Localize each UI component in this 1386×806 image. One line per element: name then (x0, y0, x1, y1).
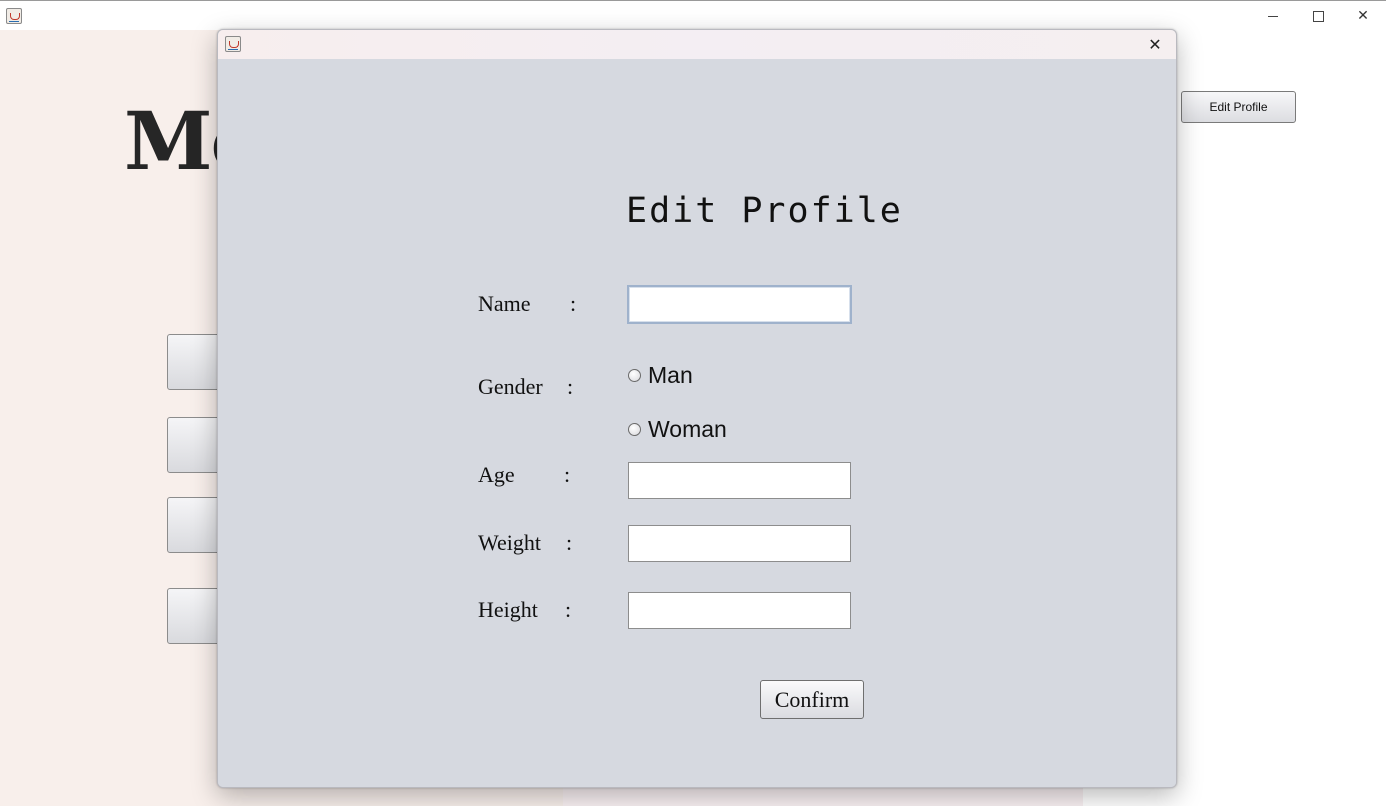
maximize-icon[interactable] (1295, 1, 1341, 31)
radio-label-woman: Woman (648, 416, 727, 442)
radio-button-icon[interactable] (628, 369, 641, 382)
edit-profile-dialog: ✕ Edit Profile Name : Gender : Man Woman… (217, 29, 1177, 788)
edit-profile-button[interactable]: Edit Profile (1181, 91, 1296, 123)
height-colon: : (565, 597, 572, 622)
name-label: Name (478, 291, 531, 316)
age-label: Age (478, 462, 515, 487)
close-icon[interactable]: ✕ (1140, 30, 1170, 59)
radio-button-icon[interactable] (628, 423, 641, 436)
confirm-button[interactable]: Confirm (760, 680, 864, 719)
age-input[interactable] (628, 462, 851, 499)
gender-radio-man[interactable]: Man (628, 362, 693, 389)
weight-input[interactable] (628, 525, 851, 562)
dialog-body: Edit Profile Name : Gender : Man Woman A… (218, 59, 1176, 787)
height-input[interactable] (628, 592, 851, 629)
name-colon: : (570, 291, 577, 316)
weight-colon: : (566, 530, 573, 555)
main-titlebar: ✕ (0, 0, 1386, 30)
java-icon (6, 8, 22, 24)
close-icon[interactable]: ✕ (1340, 1, 1386, 31)
dialog-heading: Edit Profile (626, 191, 903, 231)
name-input[interactable] (627, 285, 852, 324)
gender-radio-woman[interactable]: Woman (628, 416, 727, 443)
dialog-titlebar: ✕ (218, 30, 1176, 59)
minimize-icon[interactable] (1250, 1, 1296, 31)
age-colon: : (564, 462, 571, 487)
weight-label: Weight (478, 530, 541, 555)
java-icon (225, 36, 241, 52)
gender-colon: : (567, 374, 574, 399)
gender-label: Gender (478, 374, 543, 399)
radio-label-man: Man (648, 362, 693, 388)
height-label: Height (478, 597, 538, 622)
